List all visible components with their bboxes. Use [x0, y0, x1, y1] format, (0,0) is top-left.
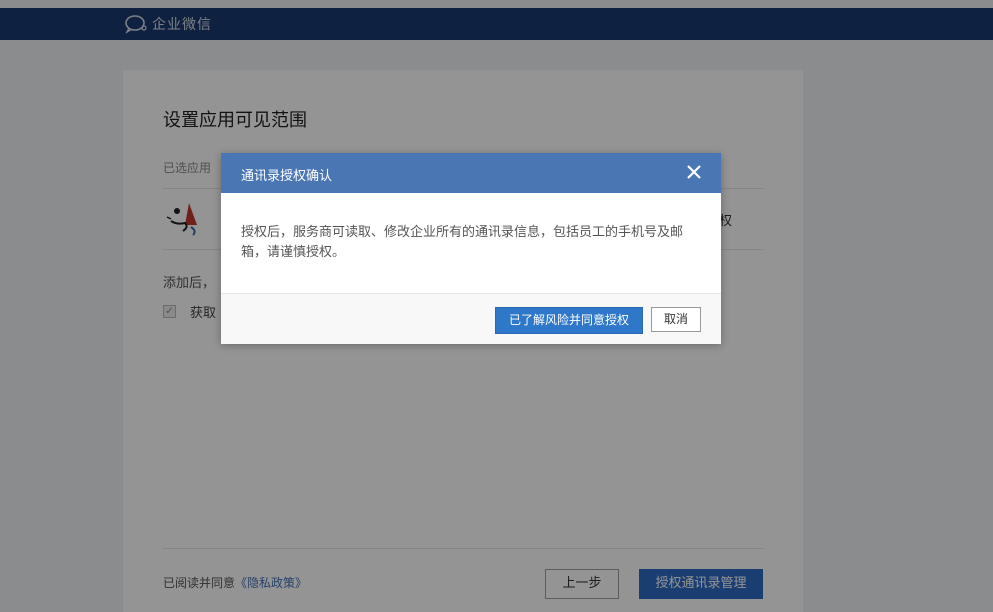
dialog-footer: 已了解风险并同意授权 取消: [221, 293, 721, 344]
close-icon[interactable]: [687, 162, 701, 182]
dialog-title: 通讯录授权确认: [241, 169, 333, 184]
dialog-header: 通讯录授权确认: [221, 153, 721, 193]
dialog-message: 授权后，服务商可读取、修改企业所有的通讯录信息，包括员工的手机号及邮箱，请谨慎授…: [241, 225, 684, 260]
authorization-confirm-dialog: 通讯录授权确认 授权后，服务商可读取、修改企业所有的通讯录信息，包括员工的手机号…: [221, 153, 721, 344]
cancel-button[interactable]: 取消: [651, 307, 701, 332]
accept-risk-authorize-button[interactable]: 已了解风险并同意授权: [495, 307, 643, 334]
